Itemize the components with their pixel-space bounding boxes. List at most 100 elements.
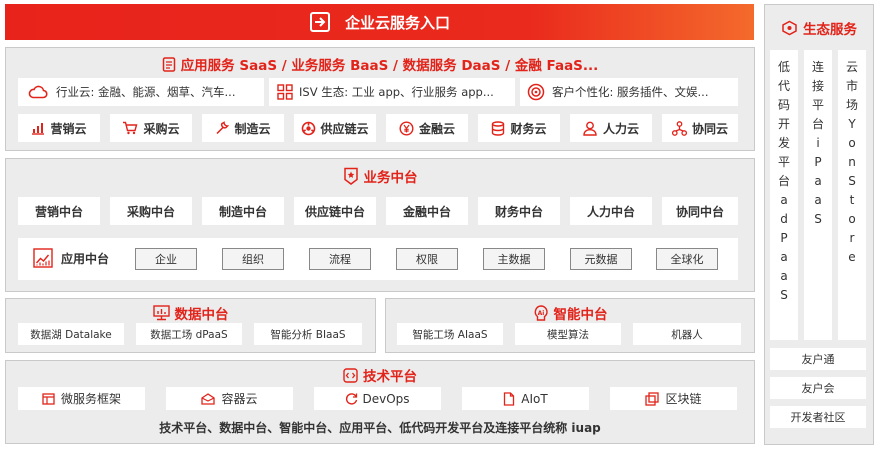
collaboration-cloud[interactable]: 协同云 (662, 114, 738, 142)
yen-icon (399, 120, 414, 136)
aiot-icon (503, 391, 515, 406)
isv-ecosystem-box[interactable]: ISV 生态: 工业 app、行业服务 app... (269, 78, 515, 106)
hr-cloud[interactable]: 人力云 (570, 114, 652, 142)
microservice-framework[interactable]: 微服务框架 (18, 387, 145, 410)
vertical-char: 低 (777, 60, 790, 74)
vertical-char: a (814, 174, 822, 188)
dpaas-label: 数据工场 dPaaS (150, 328, 228, 341)
tag-enterprise[interactable]: 企业 (135, 248, 197, 270)
document-icon (162, 56, 176, 72)
devops-box[interactable]: DevOps (314, 387, 441, 410)
aiaas-label: 智能工场 AIaaS (412, 328, 488, 341)
service-entry-banner[interactable]: 企业云服务入口 (5, 4, 754, 40)
accounting-platform[interactable]: 财务中台 (478, 197, 560, 225)
devops-label: DevOps (362, 391, 410, 406)
procurement-platform[interactable]: 采购中台 (110, 197, 192, 225)
iuap-footer-text: 技术平台、数据中台、智能中台、应用平台、低代码开发平台及连接平台统称 iuap (159, 421, 601, 435)
iuap-footer-note: 技术平台、数据中台、智能中台、应用平台、低代码开发平台及连接平台统称 iuap (5, 419, 755, 436)
container-cloud-label: 容器云 (221, 392, 258, 406)
marketing-cloud[interactable]: 营销云 (18, 114, 100, 142)
target-icon (527, 83, 545, 101)
person-icon (583, 121, 598, 136)
model-algorithm-box[interactable]: 模型算法 (515, 323, 621, 345)
vertical-char: 平 (777, 155, 790, 169)
tag-organization-label: 组织 (242, 253, 264, 266)
tag-permission[interactable]: 权限 (396, 248, 458, 270)
finance-platform[interactable]: 金融中台 (386, 197, 468, 225)
vertical-char: t (849, 193, 855, 207)
ai-platform-title: Ai 智能中台 (385, 303, 755, 323)
developer-community-button[interactable]: 开发者社区 (770, 406, 866, 428)
cloud-icon (28, 85, 48, 99)
vertical-char: r (849, 231, 855, 245)
connection-platform-column[interactable]: 连接平台iPaaS (804, 50, 832, 340)
youhuhui-button[interactable]: 友户会 (770, 377, 866, 399)
vertical-char: S (848, 174, 856, 188)
tag-organization[interactable]: 组织 (222, 248, 284, 270)
finance-cloud[interactable]: 金融云 (386, 114, 468, 142)
vertical-char: 台 (777, 174, 790, 188)
ai-icon: Ai (533, 304, 549, 322)
yonstore-column[interactable]: 云市场YonStore (838, 50, 866, 340)
vertical-char: o (848, 136, 856, 150)
business-platform-title: 业务中台 (0, 166, 760, 186)
lowcode-platform-column[interactable]: 低代码开发平台adPaaS (770, 50, 798, 340)
container-icon (201, 392, 216, 405)
app-platform-heading[interactable]: 应用中台 (33, 248, 109, 268)
datalake-box[interactable]: 数据湖 Datalake (18, 323, 124, 345)
business-platform-title-text: 业务中台 (363, 170, 418, 186)
tag-process[interactable]: 流程 (309, 248, 371, 270)
procurement-platform-label: 采购中台 (126, 204, 175, 219)
vertical-char: 云 (845, 60, 858, 74)
hr-platform[interactable]: 人力中台 (570, 197, 652, 225)
biaas-label: 智能分析 BIaaS (270, 328, 346, 341)
collaboration-platform[interactable]: 协同中台 (662, 197, 738, 225)
aiaas-box[interactable]: 智能工场 AIaaS (397, 323, 503, 345)
svg-text:Ai: Ai (537, 310, 544, 317)
aiot-box[interactable]: AIoT (462, 387, 589, 410)
ecosystem-icon (781, 20, 798, 36)
tag-metadata[interactable]: 元数据 (570, 248, 632, 270)
industry-cloud-box[interactable]: 行业云: 金融、能源、烟草、汽车... (18, 78, 264, 106)
supply-chain-cloud[interactable]: 供应链云 (294, 114, 376, 142)
tag-master-data-label: 主数据 (497, 253, 531, 266)
vertical-char: 场 (845, 98, 858, 112)
tag-master-data[interactable]: 主数据 (483, 248, 545, 270)
isv-ecosystem-label: ISV 生态: 工业 app、行业服务 app... (299, 85, 494, 99)
youhutong-button[interactable]: 友户通 (770, 348, 866, 370)
shield-star-icon (343, 167, 359, 185)
chart-line-icon (33, 248, 53, 268)
hr-platform-label: 人力中台 (586, 204, 635, 219)
devops-icon (345, 392, 358, 405)
hr-cloud-label: 人力云 (602, 121, 639, 136)
dpaas-box[interactable]: 数据工场 dPaaS (136, 323, 242, 345)
robot-label: 机器人 (671, 328, 703, 341)
grid-icon (277, 84, 293, 100)
code-icon (343, 367, 358, 383)
database-icon (491, 120, 505, 136)
aiot-label: AIoT (521, 391, 548, 406)
accounting-cloud[interactable]: 财务云 (478, 114, 560, 142)
manufacturing-platform[interactable]: 制造中台 (202, 197, 284, 225)
tag-enterprise-label: 企业 (155, 253, 177, 266)
data-platform-title-text: 数据中台 (174, 307, 229, 323)
blockchain-label: 区块链 (665, 392, 702, 406)
robot-box[interactable]: 机器人 (633, 323, 741, 345)
tag-globalization[interactable]: 全球化 (656, 248, 718, 270)
supply-chain-platform[interactable]: 供应链中台 (294, 197, 376, 225)
vertical-char: P (780, 231, 788, 245)
container-cloud[interactable]: 容器云 (166, 387, 293, 410)
manufacturing-cloud[interactable]: 制造云 (202, 114, 284, 142)
biaas-box[interactable]: 智能分析 BIaaS (254, 323, 362, 345)
procurement-cloud[interactable]: 采购云 (110, 114, 192, 142)
blockchain-box[interactable]: 区块链 (610, 387, 737, 410)
marketing-platform[interactable]: 营销中台 (18, 197, 100, 225)
customization-box[interactable]: 客户个性化: 服务插件、文娱... (520, 78, 738, 106)
wrench-icon (215, 121, 230, 135)
vertical-char: 码 (777, 98, 790, 112)
vertical-char: Y (848, 117, 856, 131)
vertical-char: 代 (777, 79, 790, 93)
developer-community-label: 开发者社区 (790, 411, 846, 424)
vertical-char: 开 (777, 117, 790, 131)
vertical-char: a (780, 269, 788, 283)
